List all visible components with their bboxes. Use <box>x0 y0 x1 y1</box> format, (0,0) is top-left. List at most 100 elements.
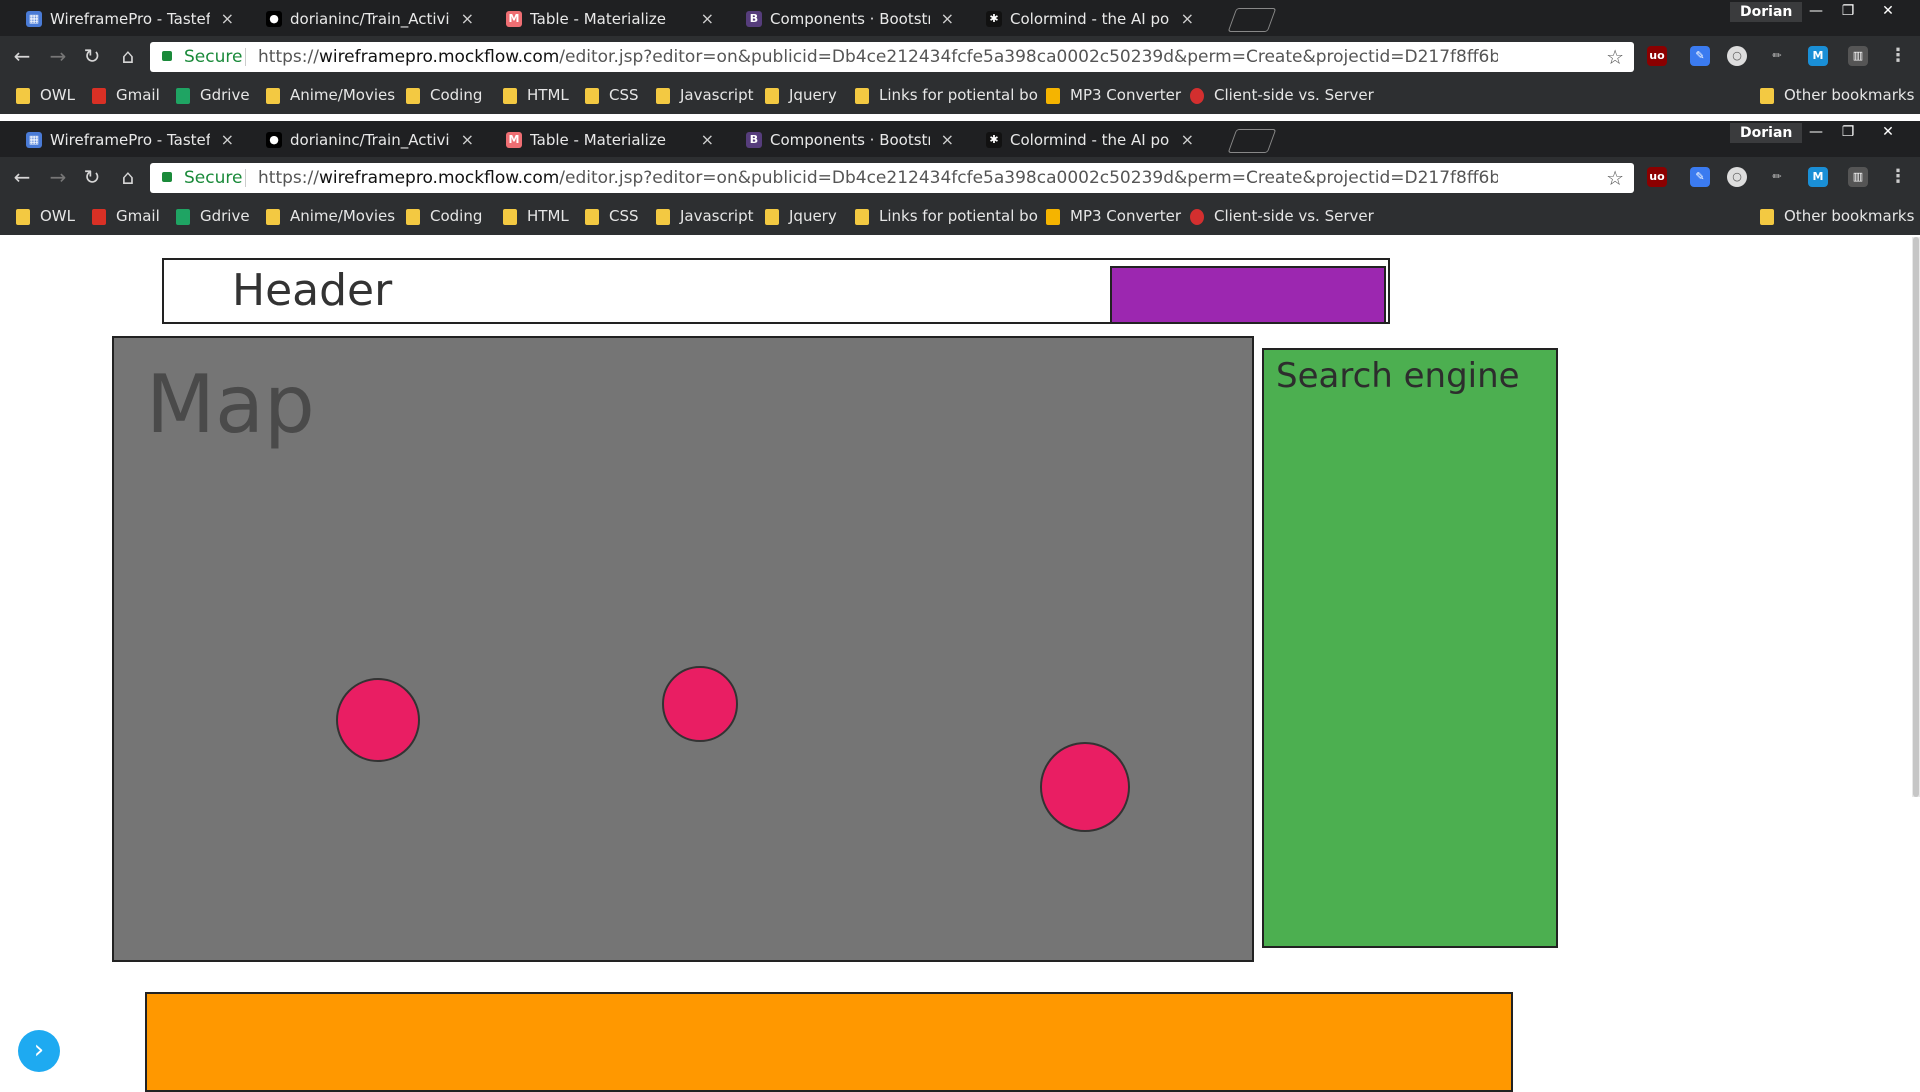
pencil-icon[interactable]: ✏ <box>1767 167 1787 187</box>
bookmark-css[interactable]: CSS <box>585 76 639 114</box>
tab-materialize[interactable]: M Table - Materialize × <box>496 2 728 36</box>
bookmark-links[interactable]: Links for potiental bo <box>855 76 1051 114</box>
sidebar-extension-icon[interactable]: ▥ <box>1848 46 1868 66</box>
tab-bootstrap[interactable]: B Components · Bootstrap × <box>736 123 968 157</box>
forward-icon[interactable]: → <box>46 44 70 68</box>
bookmark-gdrive[interactable]: Gdrive <box>176 197 250 235</box>
bookmark-client-side[interactable]: Client-side vs. Server <box>1190 76 1386 114</box>
wireframe-footer[interactable] <box>145 992 1513 1092</box>
menu-icon[interactable]: ⋮ <box>1888 167 1908 187</box>
circle-extension-icon[interactable]: ○ <box>1727 167 1747 187</box>
map-title: Map <box>146 358 315 451</box>
ublock-icon[interactable]: uo <box>1647 46 1667 66</box>
bookmark-html[interactable]: HTML <box>503 76 569 114</box>
bookmark-coding[interactable]: Coding <box>406 76 482 114</box>
reload-icon[interactable]: ↻ <box>80 44 104 68</box>
wireframe-search-engine[interactable]: Search engine <box>1262 348 1558 948</box>
profile-button[interactable]: Dorian <box>1730 2 1803 22</box>
bookmark-javascript[interactable]: Javascript <box>656 197 753 235</box>
bookmark-mp3-converter[interactable]: MP3 Converter <box>1046 197 1181 235</box>
eyedropper-icon[interactable]: ✎ <box>1690 167 1710 187</box>
bookmark-other[interactable]: Other bookmarks <box>1760 197 1914 235</box>
sidebar-extension-icon[interactable]: ▥ <box>1848 167 1868 187</box>
bookmark-gmail[interactable]: Gmail <box>92 76 160 114</box>
map-marker[interactable] <box>1040 742 1130 832</box>
folder-icon <box>266 209 280 225</box>
circle-extension-icon[interactable]: ○ <box>1727 46 1747 66</box>
profile-button[interactable]: Dorian <box>1730 123 1803 143</box>
folder-icon <box>503 209 517 225</box>
address-bar[interactable]: Secure https://wireframepro.mockflow.com… <box>150 163 1634 193</box>
close-icon[interactable]: × <box>1181 2 1194 36</box>
header-title: Header <box>232 265 393 316</box>
scrollbar[interactable] <box>1912 237 1920 797</box>
bookmark-css[interactable]: CSS <box>585 197 639 235</box>
bootstrap-icon: B <box>746 132 762 148</box>
close-icon[interactable]: × <box>701 2 714 36</box>
bookmark-other[interactable]: Other bookmarks <box>1760 76 1914 114</box>
bookmark-anime-movies[interactable]: Anime/Movies <box>266 76 395 114</box>
new-tab-button[interactable] <box>1227 129 1277 153</box>
bookmark-star-icon[interactable]: ☆ <box>1606 163 1624 193</box>
header-button-placeholder[interactable] <box>1110 266 1386 324</box>
bookmark-anime-movies[interactable]: Anime/Movies <box>266 197 395 235</box>
wireframe-map[interactable]: Map <box>112 336 1254 962</box>
tab-github[interactable]: ● dorianinc/Train_Activity × <box>256 123 488 157</box>
mockflow-extension-icon[interactable]: M <box>1808 46 1828 66</box>
tab-materialize[interactable]: M Table - Materialize × <box>496 123 728 157</box>
menu-icon[interactable]: ⋮ <box>1888 46 1908 66</box>
bookmark-owl[interactable]: OWL <box>16 76 75 114</box>
close-icon[interactable]: × <box>701 123 714 157</box>
restore-icon[interactable]: ❐ <box>1832 0 1864 22</box>
bookmark-jquery[interactable]: Jquery <box>765 197 837 235</box>
minimize-icon[interactable]: — <box>1800 121 1832 143</box>
expand-panel-button[interactable]: › <box>18 1030 60 1072</box>
close-icon[interactable]: × <box>461 123 474 157</box>
close-icon[interactable]: × <box>221 2 234 36</box>
bookmark-gmail[interactable]: Gmail <box>92 197 160 235</box>
tab-wireframepro[interactable]: ▦ WireframePro - Tasteful × <box>16 2 248 36</box>
reload-icon[interactable]: ↻ <box>80 165 104 189</box>
close-icon[interactable]: × <box>461 2 474 36</box>
new-tab-button[interactable] <box>1227 8 1277 32</box>
bookmark-client-side[interactable]: Client-side vs. Server <box>1190 197 1386 235</box>
forward-icon[interactable]: → <box>46 165 70 189</box>
bookmark-mp3-converter[interactable]: MP3 Converter <box>1046 76 1181 114</box>
pencil-icon[interactable]: ✏ <box>1767 46 1787 66</box>
bookmark-html[interactable]: HTML <box>503 197 569 235</box>
map-marker[interactable] <box>336 678 420 762</box>
minimize-icon[interactable]: — <box>1800 0 1832 22</box>
wireframe-header[interactable]: Header <box>162 258 1390 324</box>
map-marker[interactable] <box>662 666 738 742</box>
bookmark-javascript[interactable]: Javascript <box>656 76 753 114</box>
close-icon[interactable]: × <box>221 123 234 157</box>
home-icon[interactable]: ⌂ <box>116 165 140 189</box>
bookmark-jquery[interactable]: Jquery <box>765 76 837 114</box>
scrollbar-thumb[interactable] <box>1913 237 1919 797</box>
close-icon[interactable]: × <box>941 123 954 157</box>
close-window-icon[interactable]: ✕ <box>1872 121 1904 143</box>
mockflow-extension-icon[interactable]: M <box>1808 167 1828 187</box>
bookmark-links[interactable]: Links for potiental bo <box>855 197 1051 235</box>
tab-wireframepro[interactable]: ▦ WireframePro - Tasteful × <box>16 123 248 157</box>
tab-colormind[interactable]: ✱ Colormind - the AI powe × <box>976 123 1208 157</box>
restore-icon[interactable]: ❐ <box>1832 121 1864 143</box>
tab-github[interactable]: ● dorianinc/Train_Activity × <box>256 2 488 36</box>
address-bar[interactable]: Secure https://wireframepro.mockflow.com… <box>150 42 1634 72</box>
bookmark-coding[interactable]: Coding <box>406 197 482 235</box>
back-icon[interactable]: ← <box>10 44 34 68</box>
tab-colormind[interactable]: ✱ Colormind - the AI powe × <box>976 2 1208 36</box>
tab-bootstrap[interactable]: B Components · Bootstrap × <box>736 2 968 36</box>
back-icon[interactable]: ← <box>10 165 34 189</box>
bookmark-gdrive[interactable]: Gdrive <box>176 76 250 114</box>
home-icon[interactable]: ⌂ <box>116 44 140 68</box>
tab-strip: ▦ WireframePro - Tasteful × ● dorianinc/… <box>0 121 1920 157</box>
close-icon[interactable]: × <box>1181 123 1194 157</box>
close-window-icon[interactable]: ✕ <box>1872 0 1904 22</box>
bookmark-owl[interactable]: OWL <box>16 197 75 235</box>
bootstrap-icon: B <box>746 11 762 27</box>
bookmark-star-icon[interactable]: ☆ <box>1606 42 1624 72</box>
ublock-icon[interactable]: uo <box>1647 167 1667 187</box>
close-icon[interactable]: × <box>941 2 954 36</box>
eyedropper-icon[interactable]: ✎ <box>1690 46 1710 66</box>
